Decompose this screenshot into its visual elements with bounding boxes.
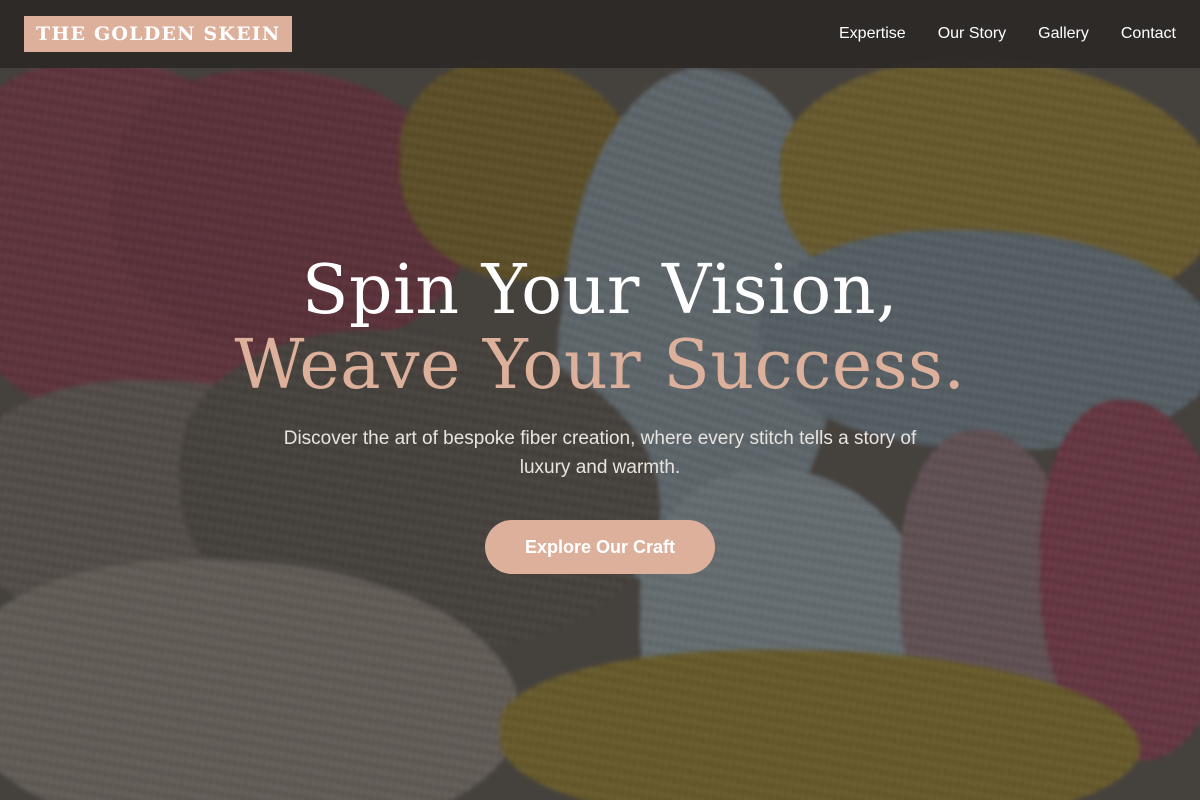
nav-link-gallery[interactable]: Gallery [1038, 25, 1089, 43]
brand-logo[interactable]: THE GOLDEN SKEIN [24, 16, 293, 52]
nav-link-our-story[interactable]: Our Story [938, 25, 1006, 43]
hero-headline-line1: Spin Your Vision, [301, 251, 899, 330]
navbar: THE GOLDEN SKEIN Expertise Our Story Gal… [0, 0, 1200, 68]
nav-link-contact[interactable]: Contact [1121, 25, 1176, 43]
hero-headline-line2: Weave Your Success. [234, 326, 966, 405]
hero-content: Spin Your Vision, Weave Your Success. Di… [0, 252, 1200, 574]
nav-link-expertise[interactable]: Expertise [839, 25, 906, 43]
explore-craft-button[interactable]: Explore Our Craft [484, 520, 716, 574]
hero-subtitle: Discover the art of bespoke fiber creati… [283, 428, 917, 478]
nav-links: Expertise Our Story Gallery Contact [839, 25, 1176, 43]
